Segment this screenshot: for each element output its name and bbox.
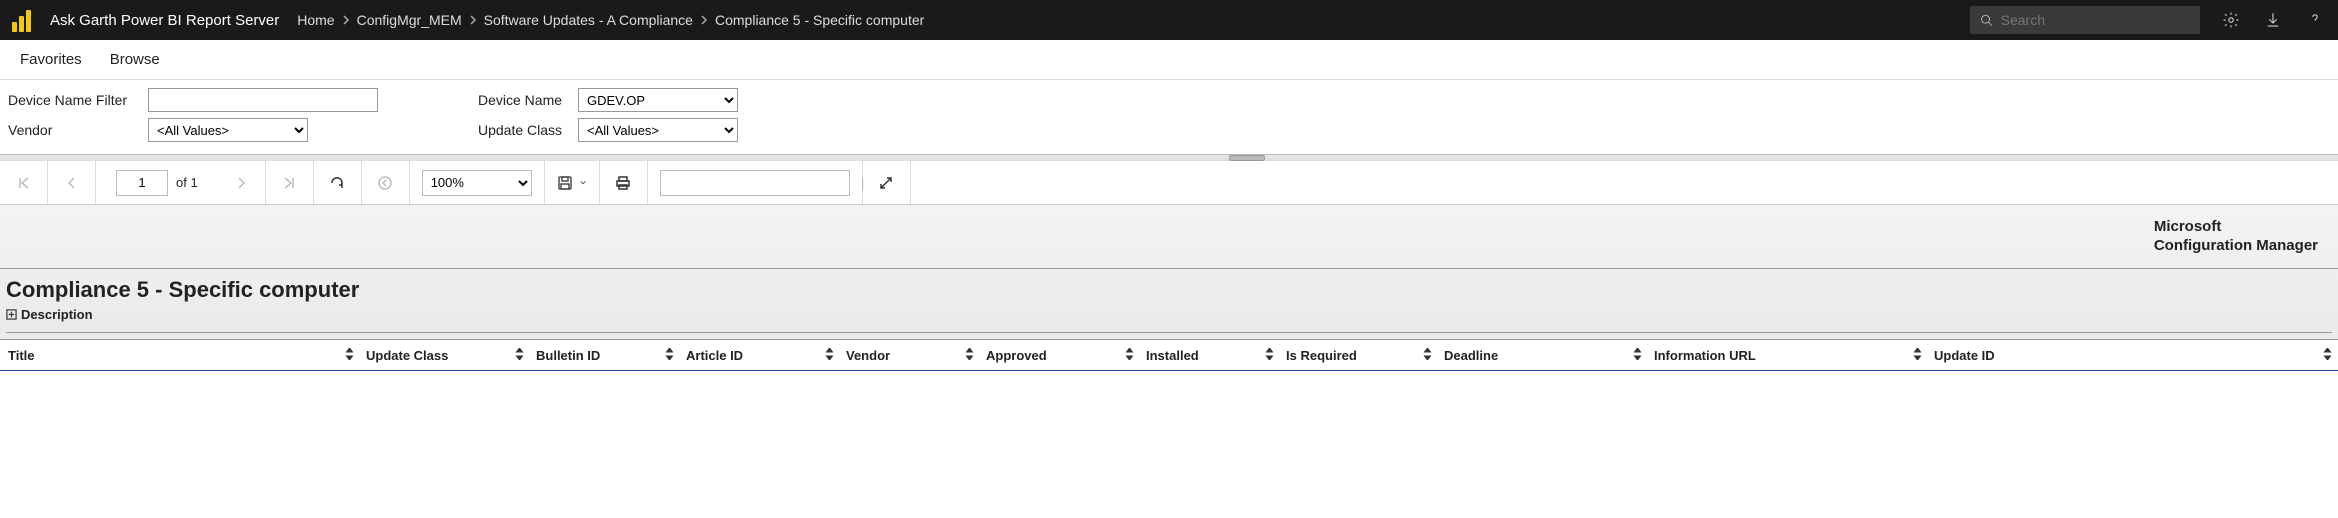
fullscreen-button[interactable] bbox=[863, 161, 911, 204]
param-label-vendor: Vendor bbox=[8, 122, 148, 138]
export-button[interactable] bbox=[545, 161, 600, 204]
col-header-update-id[interactable]: Update ID bbox=[1928, 340, 2338, 370]
device-name-filter-input[interactable] bbox=[148, 88, 378, 112]
breadcrumb-folder-2[interactable]: Software Updates - A Compliance bbox=[484, 12, 693, 28]
breadcrumb-current: Compliance 5 - Specific computer bbox=[715, 12, 924, 28]
search-input[interactable] bbox=[2001, 12, 2190, 28]
description-label: Description bbox=[21, 307, 93, 322]
report-title-band: Compliance 5 - Specific computer Descrip… bbox=[0, 269, 2338, 339]
powerbi-logo bbox=[12, 8, 36, 32]
print-icon bbox=[615, 175, 631, 191]
col-header-update-class[interactable]: Update Class bbox=[360, 340, 530, 370]
nav-tabs: Favorites Browse bbox=[0, 40, 2338, 80]
next-page-button[interactable] bbox=[218, 161, 266, 204]
col-header-vendor[interactable]: Vendor bbox=[840, 340, 980, 370]
tab-browse[interactable]: Browse bbox=[110, 51, 160, 68]
download-icon bbox=[2264, 11, 2282, 29]
print-button[interactable] bbox=[600, 161, 648, 204]
col-header-bulletin-id[interactable]: Bulletin ID bbox=[530, 340, 680, 370]
description-expander[interactable]: Description bbox=[6, 307, 2332, 322]
col-header-information-url[interactable]: Information URL bbox=[1648, 340, 1928, 370]
back-button[interactable] bbox=[362, 161, 410, 204]
report-body: Microsoft Configuration Manager Complian… bbox=[0, 205, 2338, 371]
report-toolbar: of 1 100% | bbox=[0, 161, 2338, 205]
breadcrumb: Home ConfigMgr_MEM Software Updates - A … bbox=[297, 12, 1970, 28]
col-header-is-required[interactable]: Is Required bbox=[1280, 340, 1438, 370]
expand-plus-icon bbox=[6, 309, 17, 320]
page-number-input[interactable] bbox=[116, 170, 168, 196]
download-button[interactable] bbox=[2262, 9, 2284, 31]
parameters-splitter[interactable] bbox=[0, 155, 2338, 161]
report-brand-band: Microsoft Configuration Manager bbox=[0, 205, 2338, 269]
col-header-deadline[interactable]: Deadline bbox=[1438, 340, 1648, 370]
refresh-icon bbox=[329, 175, 345, 191]
top-header: Ask Garth Power BI Report Server Home Co… bbox=[0, 0, 2338, 40]
param-label-update-class: Update Class bbox=[478, 122, 578, 138]
first-page-icon bbox=[16, 175, 32, 191]
first-page-button[interactable] bbox=[0, 161, 48, 204]
server-name: Ask Garth Power BI Report Server bbox=[50, 12, 279, 29]
sort-icon[interactable] bbox=[515, 348, 524, 363]
sort-icon[interactable] bbox=[1265, 348, 1274, 363]
chevron-right-icon bbox=[699, 12, 709, 28]
sort-icon[interactable] bbox=[2323, 348, 2332, 363]
chevron-right-icon bbox=[233, 175, 249, 191]
tab-favorites[interactable]: Favorites bbox=[20, 51, 82, 68]
expand-icon bbox=[878, 175, 894, 191]
help-icon bbox=[2306, 11, 2324, 29]
sort-icon[interactable] bbox=[1633, 348, 1642, 363]
zoom-select[interactable]: 100% bbox=[422, 170, 532, 196]
param-label-device-filter: Device Name Filter bbox=[8, 92, 148, 108]
refresh-button[interactable] bbox=[314, 161, 362, 204]
search-box[interactable] bbox=[1970, 6, 2200, 34]
col-header-approved[interactable]: Approved bbox=[980, 340, 1140, 370]
chevron-right-icon bbox=[468, 12, 478, 28]
chevron-right-icon bbox=[341, 12, 351, 28]
brand-line1: Microsoft bbox=[2154, 218, 2318, 237]
settings-button[interactable] bbox=[2220, 9, 2242, 31]
save-icon bbox=[557, 175, 573, 191]
last-page-icon bbox=[281, 175, 297, 191]
sort-icon[interactable] bbox=[825, 348, 834, 363]
brand-line2: Configuration Manager bbox=[2154, 237, 2318, 256]
search-icon bbox=[1980, 13, 1993, 27]
header-right bbox=[1970, 6, 2326, 34]
chevron-down-icon bbox=[579, 179, 587, 187]
page-of-label: of 1 bbox=[176, 175, 198, 190]
sort-icon[interactable] bbox=[965, 348, 974, 363]
param-label-device-name: Device Name bbox=[478, 92, 578, 108]
sort-icon[interactable] bbox=[1423, 348, 1432, 363]
parameters-panel: Device Name Filter Device Name GDEV.OP V… bbox=[0, 80, 2338, 155]
vendor-select[interactable]: <All Values> bbox=[148, 118, 308, 142]
col-header-article-id[interactable]: Article ID bbox=[680, 340, 840, 370]
sort-icon[interactable] bbox=[345, 348, 354, 363]
device-name-select[interactable]: GDEV.OP bbox=[578, 88, 738, 112]
breadcrumb-folder-1[interactable]: ConfigMgr_MEM bbox=[357, 12, 462, 28]
sort-icon[interactable] bbox=[1913, 348, 1922, 363]
update-class-select[interactable]: <All Values> bbox=[578, 118, 738, 142]
prev-page-button[interactable] bbox=[48, 161, 96, 204]
splitter-handle-icon[interactable] bbox=[1229, 155, 1265, 161]
sort-icon[interactable] bbox=[665, 348, 674, 363]
report-title: Compliance 5 - Specific computer bbox=[6, 277, 2332, 303]
find-input[interactable] bbox=[669, 175, 845, 190]
gear-icon bbox=[2222, 11, 2240, 29]
grid-header-row: Title Update Class Bulletin ID Article I… bbox=[0, 339, 2338, 371]
col-header-installed[interactable]: Installed bbox=[1140, 340, 1280, 370]
breadcrumb-home[interactable]: Home bbox=[297, 12, 334, 28]
col-header-title[interactable]: Title bbox=[0, 340, 360, 370]
find-box: | bbox=[660, 170, 850, 196]
brand-text: Microsoft Configuration Manager bbox=[2154, 218, 2318, 256]
chevron-left-icon bbox=[64, 175, 80, 191]
last-page-button[interactable] bbox=[266, 161, 314, 204]
sort-icon[interactable] bbox=[1125, 348, 1134, 363]
back-arrow-icon bbox=[377, 175, 393, 191]
help-button[interactable] bbox=[2304, 9, 2326, 31]
